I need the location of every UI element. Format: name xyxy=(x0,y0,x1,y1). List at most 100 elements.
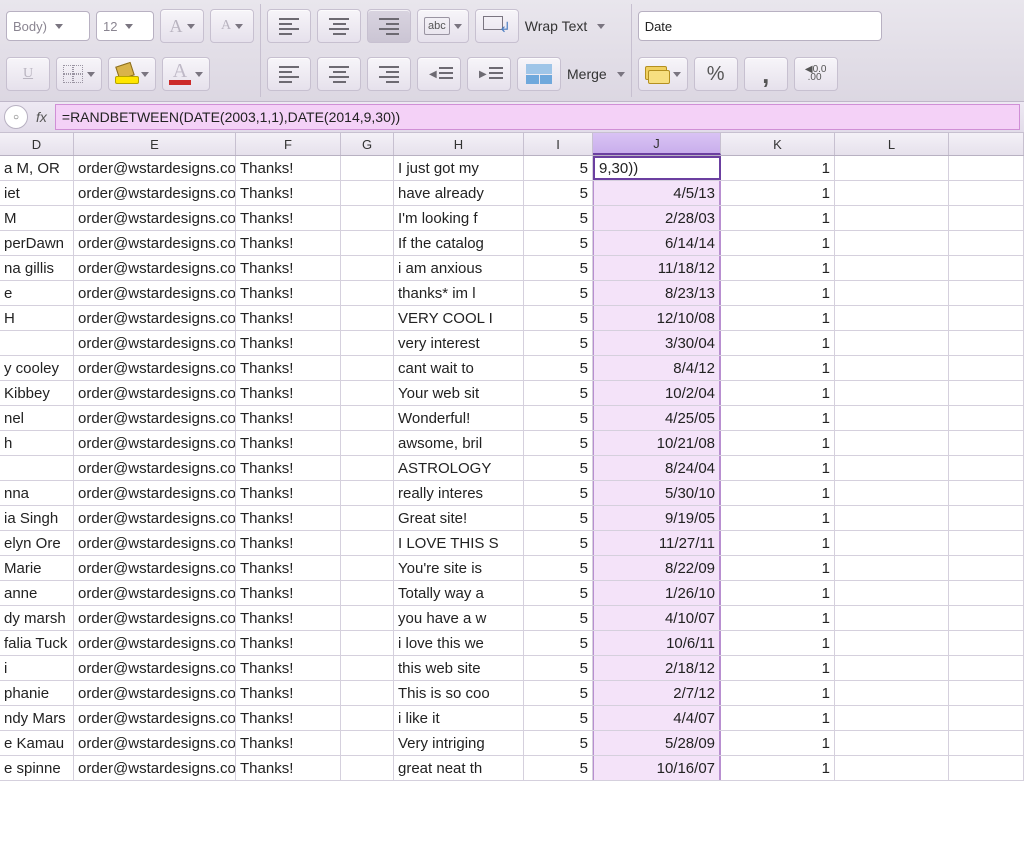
cell-h[interactable]: great neat th xyxy=(394,756,524,780)
cell-i[interactable]: 5 xyxy=(524,681,593,705)
cell-h[interactable]: Totally way a xyxy=(394,581,524,605)
cell-f[interactable]: Thanks! xyxy=(236,431,341,455)
cell-d[interactable]: nel xyxy=(0,406,74,430)
cell-e[interactable]: order@wstardesigns.com xyxy=(74,656,236,680)
cell-h[interactable]: very interest xyxy=(394,331,524,355)
cell-h[interactable]: ASTROLOGY xyxy=(394,456,524,480)
cell-f[interactable]: Thanks! xyxy=(236,181,341,205)
cell-h[interactable]: You're site is xyxy=(394,556,524,580)
cell-blank[interactable] xyxy=(949,281,1024,305)
cell-f[interactable]: Thanks! xyxy=(236,706,341,730)
cell-k[interactable]: 1 xyxy=(721,606,835,630)
cell-j[interactable]: 9,30)) xyxy=(593,156,721,180)
cell-e[interactable]: order@wstardesigns.com xyxy=(74,706,236,730)
cell-e[interactable]: order@wstardesigns.com xyxy=(74,356,236,380)
cell-i[interactable]: 5 xyxy=(524,306,593,330)
align-top-button[interactable] xyxy=(267,9,311,43)
cell-g[interactable] xyxy=(341,231,394,255)
cell-j[interactable]: 8/22/09 xyxy=(593,556,721,580)
cell-g[interactable] xyxy=(341,381,394,405)
cell-d[interactable]: iet xyxy=(0,181,74,205)
font-name-combo[interactable]: Body) xyxy=(6,11,90,41)
cell-i[interactable]: 5 xyxy=(524,206,593,230)
cell-e[interactable]: order@wstardesigns.com xyxy=(74,281,236,305)
cell-d[interactable]: h xyxy=(0,431,74,455)
cell-i[interactable]: 5 xyxy=(524,231,593,255)
cell-i[interactable]: 5 xyxy=(524,731,593,755)
cell-blank[interactable] xyxy=(949,656,1024,680)
cell-i[interactable]: 5 xyxy=(524,506,593,530)
cell-l[interactable] xyxy=(835,606,949,630)
cell-d[interactable]: Marie xyxy=(0,556,74,580)
cell-g[interactable] xyxy=(341,556,394,580)
percent-button[interactable]: % xyxy=(694,57,738,91)
cell-g[interactable] xyxy=(341,356,394,380)
cell-d[interactable]: H xyxy=(0,306,74,330)
cell-h[interactable]: I just got my xyxy=(394,156,524,180)
cell-h[interactable]: i love this we xyxy=(394,631,524,655)
cell-j[interactable]: 4/5/13 xyxy=(593,181,721,205)
cell-i[interactable]: 5 xyxy=(524,256,593,280)
cell-l[interactable] xyxy=(835,731,949,755)
cell-e[interactable]: order@wstardesigns.com xyxy=(74,456,236,480)
cell-d[interactable] xyxy=(0,331,74,355)
cell-d[interactable]: nna xyxy=(0,481,74,505)
cell-l[interactable] xyxy=(835,531,949,555)
cell-e[interactable]: order@wstardesigns.com xyxy=(74,681,236,705)
cell-e[interactable]: order@wstardesigns.com xyxy=(74,581,236,605)
cell-e[interactable]: order@wstardesigns.com xyxy=(74,506,236,530)
cell-f[interactable]: Thanks! xyxy=(236,481,341,505)
cell-f[interactable]: Thanks! xyxy=(236,506,341,530)
column-header-i[interactable]: I xyxy=(524,133,593,155)
decrease-font-button[interactable]: A xyxy=(210,9,254,43)
cell-g[interactable] xyxy=(341,706,394,730)
cell-e[interactable]: order@wstardesigns.com xyxy=(74,481,236,505)
cell-d[interactable]: dy marsh xyxy=(0,606,74,630)
column-header-h[interactable]: H xyxy=(394,133,524,155)
cell-i[interactable]: 5 xyxy=(524,656,593,680)
cell-g[interactable] xyxy=(341,406,394,430)
cell-d[interactable] xyxy=(0,456,74,480)
cell-h[interactable]: I'm looking f xyxy=(394,206,524,230)
cell-e[interactable]: order@wstardesigns.com xyxy=(74,306,236,330)
cell-h[interactable]: really interes xyxy=(394,481,524,505)
cell-j[interactable]: 4/4/07 xyxy=(593,706,721,730)
cell-h[interactable]: thanks* im l xyxy=(394,281,524,305)
cell-l[interactable] xyxy=(835,756,949,780)
cell-j[interactable]: 3/30/04 xyxy=(593,331,721,355)
cell-e[interactable]: order@wstardesigns.com xyxy=(74,556,236,580)
cell-f[interactable]: Thanks! xyxy=(236,206,341,230)
cell-g[interactable] xyxy=(341,756,394,780)
cell-d[interactable]: elyn Ore xyxy=(0,531,74,555)
column-header-g[interactable]: G xyxy=(341,133,394,155)
cell-blank[interactable] xyxy=(949,681,1024,705)
cell-i[interactable]: 5 xyxy=(524,556,593,580)
cell-e[interactable]: order@wstardesigns.com xyxy=(74,256,236,280)
cell-g[interactable] xyxy=(341,456,394,480)
cell-h[interactable]: i am anxious xyxy=(394,256,524,280)
cell-e[interactable]: order@wstardesigns.com xyxy=(74,406,236,430)
cell-j[interactable]: 5/28/09 xyxy=(593,731,721,755)
cell-g[interactable] xyxy=(341,631,394,655)
cell-e[interactable]: order@wstardesigns.com xyxy=(74,531,236,555)
cell-f[interactable]: Thanks! xyxy=(236,731,341,755)
cell-k[interactable]: 1 xyxy=(721,706,835,730)
cell-k[interactable]: 1 xyxy=(721,656,835,680)
column-header-j[interactable]: J xyxy=(593,133,721,155)
cell-g[interactable] xyxy=(341,281,394,305)
cell-blank[interactable] xyxy=(949,306,1024,330)
cell-l[interactable] xyxy=(835,331,949,355)
cell-blank[interactable] xyxy=(949,381,1024,405)
cell-d[interactable]: anne xyxy=(0,581,74,605)
wrap-text-button[interactable]: ↲ xyxy=(475,9,519,43)
cell-g[interactable] xyxy=(341,681,394,705)
align-bottom-button[interactable] xyxy=(367,9,411,43)
cell-j[interactable]: 1/26/10 xyxy=(593,581,721,605)
cell-j[interactable]: 2/7/12 xyxy=(593,681,721,705)
cell-h[interactable]: VERY COOL I xyxy=(394,306,524,330)
cell-f[interactable]: Thanks! xyxy=(236,256,341,280)
cell-i[interactable]: 5 xyxy=(524,456,593,480)
cell-f[interactable]: Thanks! xyxy=(236,406,341,430)
align-center-button[interactable] xyxy=(317,57,361,91)
column-header-e[interactable]: E xyxy=(74,133,236,155)
